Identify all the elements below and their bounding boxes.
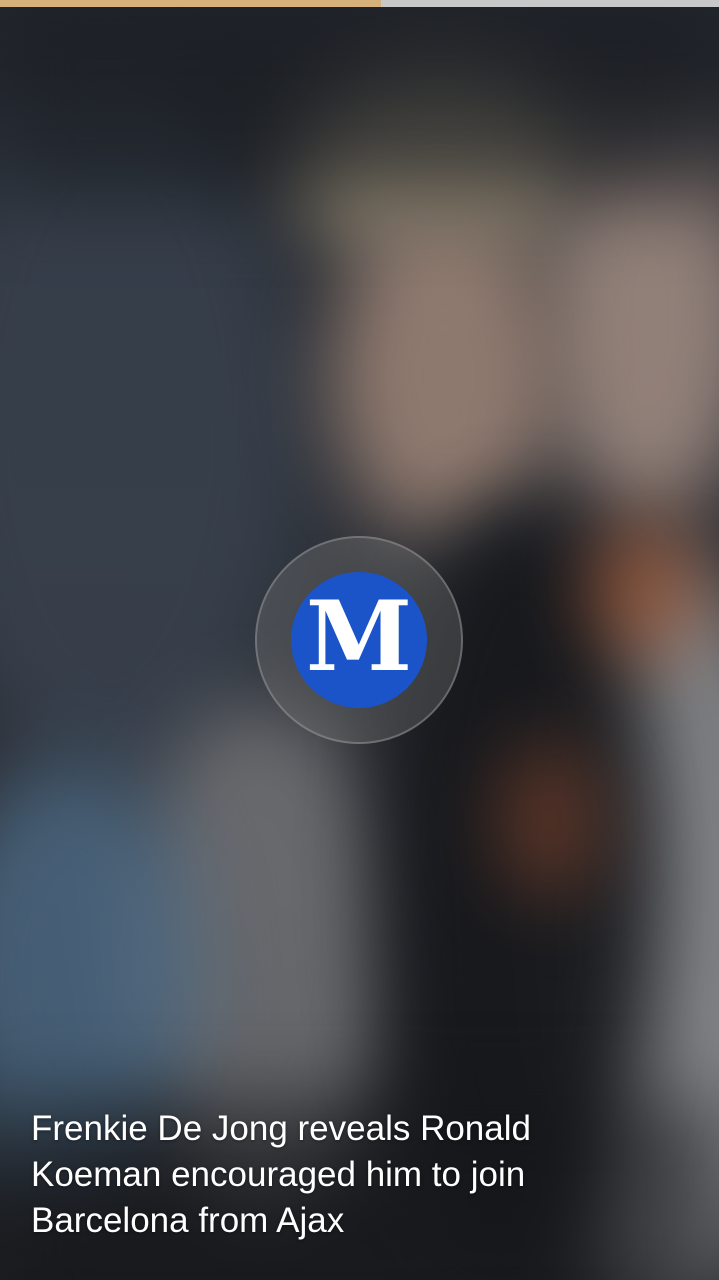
- story-progress-fill: [0, 0, 382, 7]
- story-viewer[interactable]: M Frenkie De Jong reveals Ronald Koeman …: [0, 0, 719, 1280]
- story-headline[interactable]: Frenkie De Jong reveals Ronald Koeman en…: [31, 1106, 671, 1244]
- story-progress-bar: [0, 0, 719, 7]
- logo-glyph: M: [305, 580, 413, 693]
- daily-mail-logo-icon: M: [291, 572, 427, 708]
